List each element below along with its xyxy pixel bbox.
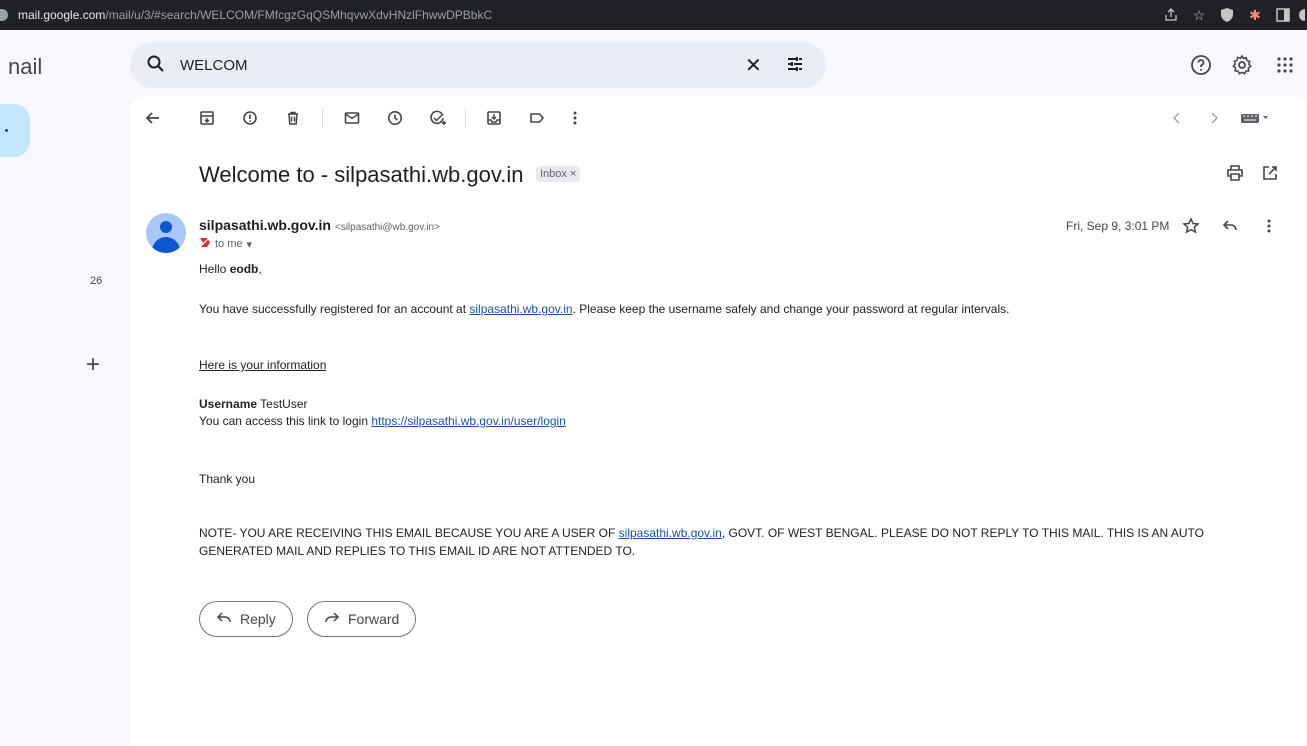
search-input[interactable]: [180, 54, 720, 76]
greeting-suffix: ,: [258, 262, 262, 276]
input-tools-icon[interactable]: [1238, 107, 1272, 129]
important-marker-icon[interactable]: [199, 237, 211, 251]
login-line: You can access this link to login https:…: [199, 414, 566, 428]
message-toolbar: [130, 96, 1307, 140]
info-heading-text: Here is your information: [199, 358, 327, 372]
back-icon[interactable]: [142, 107, 164, 129]
add-label-icon[interactable]: +: [86, 351, 100, 379]
greeting-prefix: Hello: [199, 262, 230, 276]
mark-unread-icon[interactable]: [341, 107, 363, 129]
share-icon[interactable]: [1157, 0, 1185, 30]
recipient-line[interactable]: to me ▾: [199, 237, 252, 251]
label-icon[interactable]: [526, 107, 548, 129]
login-link[interactable]: https://silpasathi.wb.gov.in/user/login: [371, 414, 566, 428]
sender-email: <silpasathi@wb.gov.in>: [334, 222, 440, 233]
browser-bar: mail.google.com/mail/u/3/#search/WELCOM/…: [0, 0, 1307, 30]
move-to-icon[interactable]: [483, 107, 505, 129]
sender-line: silpasathi.wb.gov.in <silpasathi@wb.gov.…: [199, 217, 440, 233]
reply-button[interactable]: Reply: [199, 601, 293, 637]
message-panel: Welcome to - silpasathi.wb.gov.in Inbox …: [130, 96, 1307, 746]
avatar-body: [152, 237, 180, 253]
sender-name[interactable]: silpasathi.wb.gov.in: [199, 217, 331, 233]
help-icon[interactable]: [1186, 50, 1216, 80]
clear-search-icon[interactable]: ✕: [745, 53, 762, 78]
username-label: Username: [199, 397, 258, 411]
search-icon[interactable]: [146, 54, 166, 79]
extension-shield-icon[interactable]: [1213, 0, 1241, 30]
apps-icon[interactable]: [1270, 50, 1300, 80]
search-bar: ✕: [130, 42, 826, 88]
compose-dot: [5, 129, 8, 132]
extensions-puzzle-icon[interactable]: ✱: [1241, 0, 1269, 30]
archive-icon[interactable]: [196, 107, 218, 129]
add-task-icon[interactable]: [427, 107, 449, 129]
login-text: You can access this link to login: [199, 414, 372, 428]
sender-avatar[interactable]: [146, 213, 186, 253]
inbox-label-chip[interactable]: Inbox ×: [536, 166, 581, 182]
reply-label: Reply: [240, 611, 276, 627]
note-text: NOTE- YOU ARE RECEIVING THIS EMAIL BECAU…: [199, 526, 619, 540]
bookmark-star-icon[interactable]: ☆: [1185, 0, 1213, 30]
forward-button[interactable]: Forward: [307, 601, 417, 637]
open-in-new-window-icon[interactable]: [1261, 164, 1279, 187]
address-bar[interactable]: mail.google.com/mail/u/3/#search/WELCOM/…: [18, 8, 492, 22]
star-icon[interactable]: [1181, 216, 1201, 236]
more-icon[interactable]: [564, 107, 586, 129]
next-icon[interactable]: [1203, 107, 1225, 129]
tab-edge: [0, 9, 8, 21]
forward-arrow-icon: [324, 611, 340, 627]
info-heading: Here is your information: [199, 358, 326, 372]
username-value: TestUser: [257, 397, 308, 411]
compose-button[interactable]: [0, 104, 30, 157]
avatar-head: [160, 221, 172, 233]
greeting-name: eodb: [229, 262, 259, 276]
toolbar-divider: [322, 108, 323, 128]
message-date: Fri, Sep 9, 3:01 PM: [1066, 219, 1170, 233]
toolbar-divider: [465, 108, 466, 128]
chevron-down-icon[interactable]: ▾: [247, 238, 253, 251]
print-icon[interactable]: [1226, 164, 1244, 187]
gmail-logo[interactable]: nail: [8, 54, 42, 80]
email-subject: Welcome to - silpasathi.wb.gov.in: [199, 162, 524, 187]
note-site-link[interactable]: silpasathi.wb.gov.in: [619, 526, 722, 540]
inbox-unread-count: 26: [90, 275, 103, 287]
disclaimer-note: NOTE- YOU ARE RECEIVING THIS EMAIL BECAU…: [199, 524, 1209, 560]
site-link[interactable]: silpasathi.wb.gov.in: [469, 302, 572, 316]
registration-text-end: . Please keep the username safely and ch…: [572, 302, 1010, 316]
profile-icon[interactable]: [1297, 0, 1307, 30]
url-path: /mail/u/3/#search/WELCOM/FMfcgzGqQSMhqvw…: [105, 8, 493, 22]
thanks-line: Thank you: [199, 472, 256, 486]
registration-text: You have successfully registered for an …: [199, 302, 470, 316]
greeting: Hello eodb,: [199, 262, 262, 276]
prev-icon[interactable]: [1166, 107, 1188, 129]
delete-icon[interactable]: [282, 107, 304, 129]
report-spam-icon[interactable]: [239, 107, 261, 129]
username-line: Username TestUser: [199, 397, 308, 411]
search-options-icon[interactable]: [785, 54, 805, 79]
recipient-text: to me: [215, 238, 243, 250]
side-panel-icon[interactable]: [1269, 0, 1297, 30]
forward-label: Forward: [348, 611, 400, 627]
url-host: mail.google.com: [18, 8, 106, 22]
registration-line: You have successfully registered for an …: [199, 302, 1009, 316]
snooze-icon[interactable]: [384, 107, 406, 129]
settings-icon[interactable]: [1227, 50, 1257, 80]
more-options-icon[interactable]: [1259, 216, 1279, 236]
reply-arrow-icon: [216, 611, 232, 627]
reply-icon[interactable]: [1220, 216, 1240, 236]
